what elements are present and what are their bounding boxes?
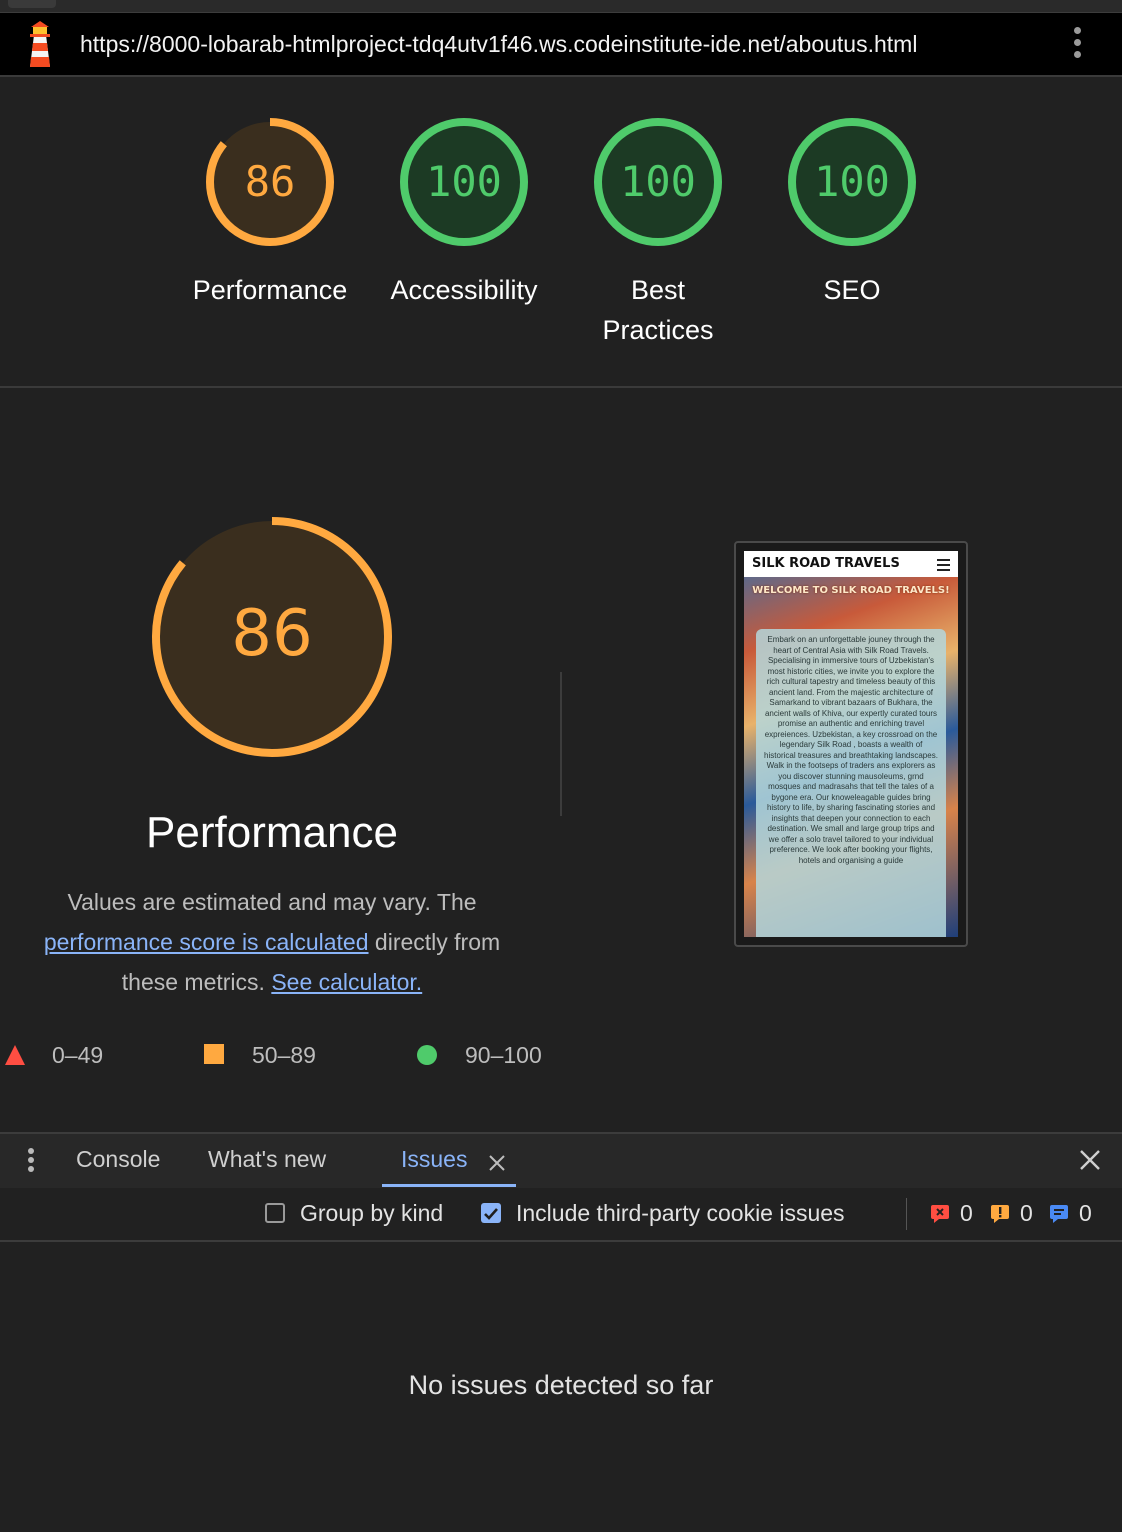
- checkmark-icon: [484, 1208, 498, 1220]
- url-bar: https://8000-lobarab-htmlproject-tdq4utv…: [0, 13, 1122, 77]
- warning-icon: [991, 1205, 1009, 1223]
- desc-text: these metrics.: [121, 969, 265, 995]
- kebab-menu-icon[interactable]: [1070, 27, 1084, 61]
- average-square-icon: [204, 1044, 224, 1064]
- svg-text:86: 86: [245, 157, 296, 206]
- legend-range: 90–100: [465, 1042, 542, 1068]
- site-brand: SILK ROAD TRAVELS: [752, 556, 900, 571]
- performance-title: Performance: [146, 808, 398, 857]
- group-by-kind-checkbox[interactable]: [265, 1203, 285, 1223]
- issues-toolbar: Group by kind Include third-party cookie…: [0, 1188, 1122, 1242]
- close-icon[interactable]: [1078, 1148, 1102, 1172]
- desc-text: Values are estimated and may vary. The: [67, 889, 477, 915]
- page-url[interactable]: https://8000-lobarab-htmlproject-tdq4utv…: [80, 31, 917, 58]
- gauge-label: SEO: [823, 275, 881, 305]
- svg-text:100: 100: [620, 157, 696, 206]
- page-screenshot-preview[interactable]: SILK ROAD TRAVELS WELCOME TO SILK ROAD T…: [734, 541, 968, 947]
- score-gauges: 86 Performance 100 Accessibility 100 Bes…: [0, 78, 1122, 388]
- active-tab-indicator: [382, 1184, 516, 1187]
- hamburger-icon: [937, 559, 950, 574]
- fail-triangle-icon: [5, 1045, 25, 1065]
- third-party-checkbox[interactable]: [481, 1203, 501, 1223]
- close-tab-icon[interactable]: [488, 1154, 506, 1172]
- svg-text:100: 100: [426, 157, 502, 206]
- more-tools-icon[interactable]: [28, 1148, 36, 1175]
- tab-whats-new[interactable]: What's new: [208, 1146, 326, 1173]
- legend-range: 50–89: [252, 1042, 316, 1068]
- window-top-strip: [0, 0, 1122, 13]
- tab-stub[interactable]: [8, 0, 56, 8]
- tab-console[interactable]: Console: [76, 1146, 160, 1173]
- best-practices-gauge: 100: [594, 118, 722, 246]
- gauge-label: Accessibility: [390, 275, 538, 305]
- gauge-label: Performance: [192, 275, 348, 305]
- group-by-kind-label[interactable]: Group by kind: [300, 1200, 443, 1227]
- legend-range: 0–49: [52, 1042, 104, 1068]
- score-legend: 0–49 50–89 90–100: [0, 1040, 560, 1072]
- site-intro-text: Embark on an unforgettable jouney throug…: [756, 629, 946, 937]
- third-party-label[interactable]: Include third-party cookie issues: [516, 1200, 845, 1227]
- score-calculated-link[interactable]: performance score is calculated: [44, 929, 369, 955]
- accessibility-gauge: 100: [400, 118, 528, 246]
- performance-description: Values are estimated and may vary. The p…: [20, 882, 524, 1002]
- pass-circle-icon: [417, 1045, 437, 1065]
- gauge-best-practices[interactable]: 100 Best Practices: [561, 116, 755, 350]
- info-icon: [1050, 1205, 1068, 1223]
- gauge-accessibility[interactable]: 100 Accessibility: [367, 116, 561, 310]
- gauge-seo[interactable]: 100 SEO: [755, 116, 949, 310]
- gauge-label: Best Practices: [602, 275, 714, 345]
- desc-text: directly from: [374, 929, 501, 955]
- no-issues-message: No issues detected so far: [408, 1370, 714, 1400]
- svg-text:100: 100: [814, 157, 890, 206]
- info-count[interactable]: 0: [1079, 1200, 1092, 1227]
- performance-gauge: 86: [206, 118, 334, 246]
- error-count[interactable]: 0: [960, 1200, 973, 1227]
- divider: [560, 672, 562, 816]
- lighthouse-icon: [30, 21, 50, 67]
- performance-big-gauge: 86: [152, 517, 392, 757]
- devtools-drawer-tabs: Console What's new Issues: [0, 1132, 1122, 1190]
- performance-big-score: 86: [231, 597, 312, 671]
- seo-gauge: 100: [788, 118, 916, 246]
- site-navbar: SILK ROAD TRAVELS: [744, 551, 958, 577]
- see-calculator-link[interactable]: See calculator.: [271, 969, 422, 995]
- gauge-performance[interactable]: 86 Performance: [173, 116, 367, 310]
- mobile-screenshot: SILK ROAD TRAVELS WELCOME TO SILK ROAD T…: [744, 551, 958, 937]
- toolbar-separator: [906, 1198, 907, 1230]
- warning-count[interactable]: 0: [1020, 1200, 1033, 1227]
- site-welcome-heading: WELCOME TO SILK ROAD TRAVELS!: [752, 585, 950, 596]
- tab-issues[interactable]: Issues: [401, 1146, 467, 1173]
- error-icon: [931, 1205, 949, 1223]
